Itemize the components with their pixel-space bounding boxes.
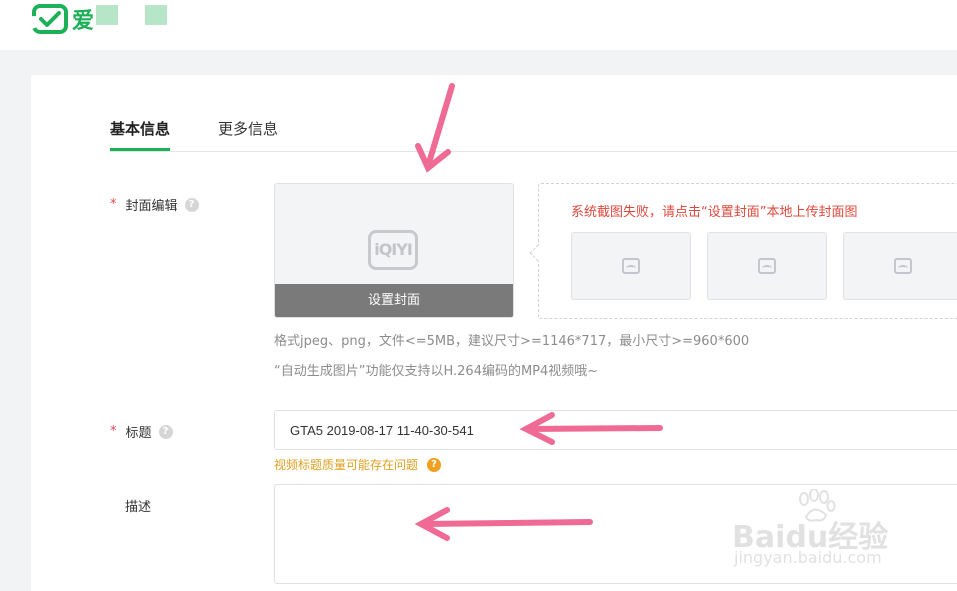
cover-label: * 封面编辑 ? [110,195,199,214]
auto-gen-hint: “自动生成图片”功能仅支持以H.264编码的MP4视频哦~ [274,364,599,379]
title-label: * 标题 ? [110,422,173,441]
tab-basic-info[interactable]: 基本信息 [110,118,171,151]
tab-bar: 基本信息 更多信息 [110,115,957,152]
title-warning: 视频标题质量可能存在问题 ? [274,456,442,473]
logo-text: 爱 [72,9,95,34]
cover-preview[interactable]: iQIYI 设置封面 [274,183,514,318]
logo[interactable]: 爱 [32,3,167,35]
format-hint: 格式jpeg、png，文件<=5MB，建议尺寸>=1146*717，最小尺寸>=… [274,334,750,349]
cover-label-text: 封面编辑 [125,199,178,214]
watermark-url: jingyan.baidu.com [734,548,882,567]
checkbox-logo-icon [32,4,68,34]
logo-blur [96,5,118,25]
question-icon[interactable]: ? [158,424,173,439]
screenshot-error-text: 系统截图失败，请点击“设置封面”本地上传封面图 [571,205,858,220]
required-mark: * [110,197,117,212]
title-label-text: 标题 [125,426,152,441]
thumbnail-slot[interactable] [707,232,827,300]
top-bar: 爱 [0,0,957,50]
logo-blur [145,5,167,25]
tab-more-info[interactable]: 更多信息 [218,118,278,150]
question-icon[interactable]: ? [184,197,199,212]
thumbnail-slot[interactable] [843,232,957,300]
title-warning-text: 视频标题质量可能存在问题 [274,458,419,472]
set-cover-button[interactable]: 设置封面 [275,284,513,317]
image-icon [894,258,912,274]
question-icon[interactable]: ? [427,457,442,472]
title-input[interactable] [274,410,957,450]
auto-thumbnail-panel: 系统截图失败，请点击“设置封面”本地上传封面图 [529,183,957,319]
thumbnail-slot[interactable] [571,232,691,300]
description-label-text: 描述 [125,500,152,515]
image-icon [758,258,776,274]
description-label: 描述 [125,496,151,515]
required-mark: * [110,424,117,439]
iqiyi-logo-icon: iQIYI [368,230,418,270]
image-icon [622,258,640,274]
panel-pointer [529,244,547,262]
baidu-jingyan-watermark: Baidu经验 jingyan.baidu.com [732,484,932,574]
